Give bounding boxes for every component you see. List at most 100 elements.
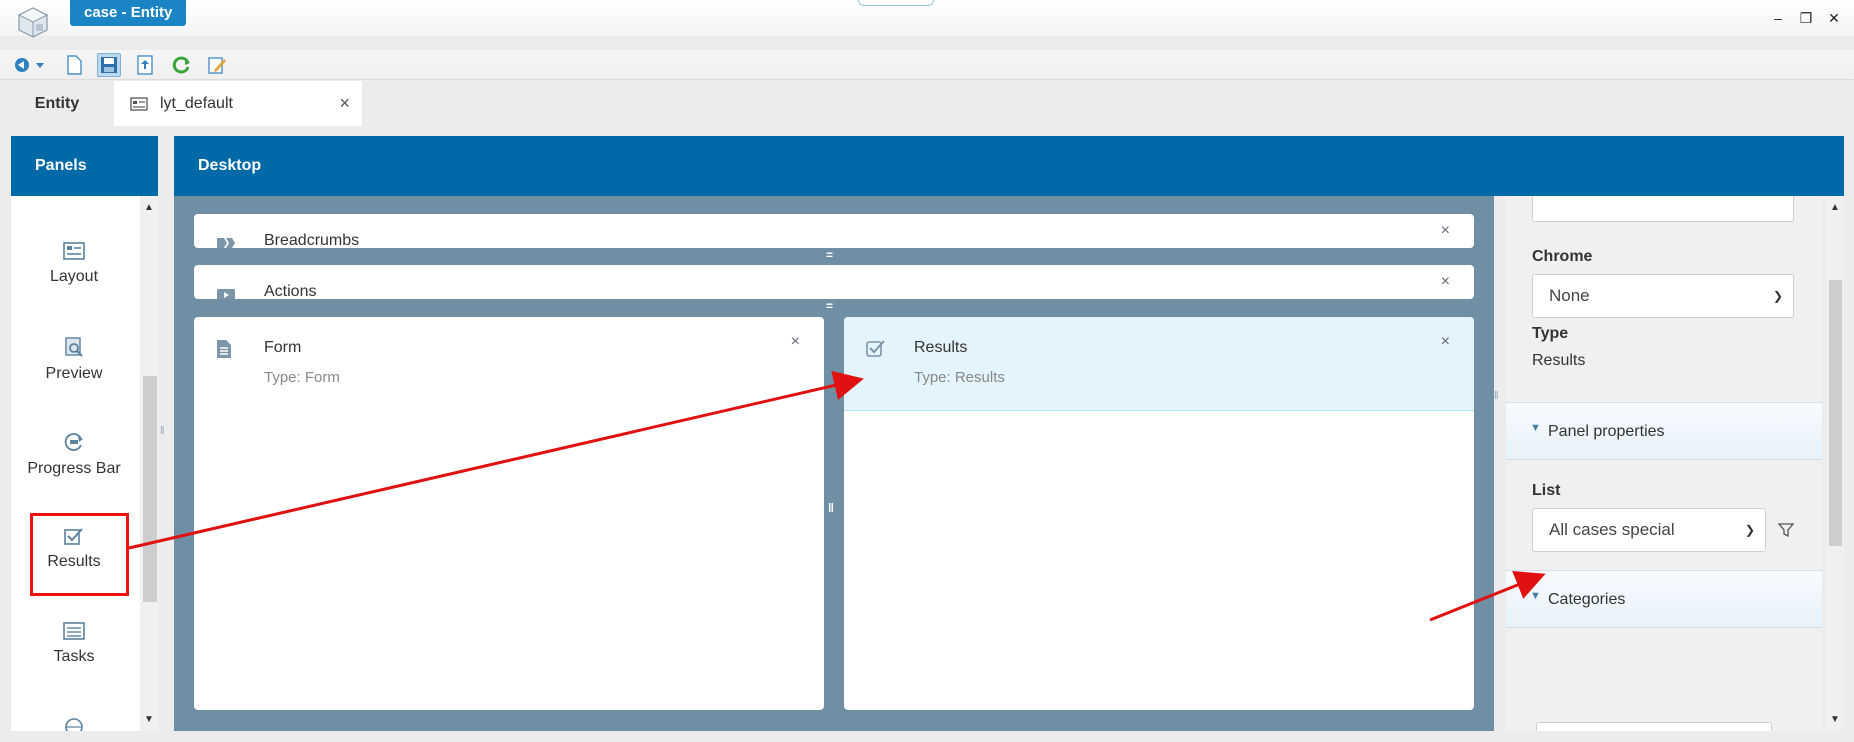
navigate-icon xyxy=(15,58,44,72)
top-handle[interactable] xyxy=(858,0,934,6)
layout-icon xyxy=(63,242,85,260)
results-card-header: Results Type: Results × xyxy=(844,317,1474,411)
remove-actions-icon[interactable]: × xyxy=(1441,273,1450,291)
breadcrumbs-bar[interactable]: Breadcrumbs × xyxy=(194,214,1474,248)
panel-item-layout[interactable]: Layout xyxy=(11,242,137,322)
panel-item-label: Progress Bar xyxy=(27,460,121,477)
properties-content: Chrome None ❯ Type Results ▼ Panel prope… xyxy=(1506,196,1822,731)
column-resize-handle[interactable]: ǁ xyxy=(828,501,834,515)
restore-button[interactable]: ❐ xyxy=(1796,8,1816,28)
scroll-up-icon[interactable]: ▲ xyxy=(1830,202,1840,213)
right-splitter-handle[interactable]: ǁ xyxy=(1494,390,1499,402)
form-panel-card[interactable]: Form Type: Form × xyxy=(194,317,824,710)
close-window-button[interactable]: ✕ xyxy=(1824,8,1844,28)
form-card-header: Form Type: Form × xyxy=(194,317,824,411)
chrome-select-value: None xyxy=(1549,286,1590,305)
chrome-select[interactable]: None ❯ xyxy=(1532,274,1794,318)
properties-scrollbar[interactable]: ▲ ▼ xyxy=(1826,196,1844,731)
panel-item-preview[interactable]: Preview xyxy=(11,337,137,417)
form-card-type: Type: Form xyxy=(264,369,340,386)
new-document-button[interactable] xyxy=(62,53,86,77)
actions-bar[interactable]: Actions × xyxy=(194,265,1474,299)
layout-canvas: Breadcrumbs × = Actions × = Form Type: F… xyxy=(174,196,1494,731)
row-resize-handle[interactable]: = xyxy=(826,248,833,262)
globe-icon xyxy=(65,718,83,731)
breadcrumbs-label: Breadcrumbs xyxy=(264,232,360,248)
tab-strip: Entity lyt_default × xyxy=(0,81,1854,126)
remove-breadcrumbs-icon[interactable]: × xyxy=(1441,222,1450,240)
chevron-down-icon: ❯ xyxy=(1772,289,1783,303)
collapse-triangle-icon: ▼ xyxy=(1530,422,1541,434)
results-panel-card[interactable]: Results Type: Results × xyxy=(844,317,1474,710)
preview-icon xyxy=(65,337,83,357)
panels-sidebar: Panels Layout Preview Progress Bar Resul… xyxy=(11,136,158,731)
minimize-button[interactable]: – xyxy=(1768,8,1788,28)
title-bar: case - Entity – ❐ ✕ xyxy=(0,0,1854,38)
scroll-down-icon[interactable]: ▼ xyxy=(1830,714,1840,725)
chrome-label: Chrome xyxy=(1532,248,1593,265)
list-select[interactable]: All cases special ❯ xyxy=(1532,508,1766,552)
form-icon xyxy=(217,340,231,358)
list-select-value: All cases special xyxy=(1549,520,1675,539)
panel-item-label: Tasks xyxy=(53,648,95,665)
left-splitter-handle[interactable]: ǁ xyxy=(160,425,165,437)
breadcrumbs-icon xyxy=(217,238,235,248)
save-button[interactable] xyxy=(97,53,121,77)
collapse-triangle-icon: ▼ xyxy=(1530,590,1541,602)
results-highlight-box xyxy=(30,513,129,596)
results-card-title: Results xyxy=(914,339,968,356)
tab-layout-label: lyt_default xyxy=(160,94,233,112)
refresh-button[interactable] xyxy=(170,53,194,77)
type-value: Results xyxy=(1532,352,1586,369)
categories-label: Categories xyxy=(1548,591,1626,608)
scroll-down-icon[interactable]: ▼ xyxy=(144,714,154,725)
tab-entity[interactable]: Entity xyxy=(0,81,114,126)
panel-item-label: Preview xyxy=(45,365,103,382)
desktop-header: Desktop xyxy=(174,136,1844,196)
chevron-down-icon: ❯ xyxy=(1744,523,1755,537)
name-field[interactable] xyxy=(1532,196,1794,222)
edit-icon xyxy=(208,57,226,74)
row-resize-handle[interactable]: = xyxy=(826,299,833,313)
layout-tab-icon xyxy=(130,96,148,111)
form-card-title: Form xyxy=(264,339,302,356)
actions-icon xyxy=(217,289,235,299)
categories-section[interactable]: ▼ Categories xyxy=(1506,570,1822,628)
navigate-dropdown-button[interactable] xyxy=(10,53,50,77)
refresh-icon xyxy=(172,56,190,74)
remove-results-icon[interactable]: × xyxy=(1441,333,1450,351)
desktop-area: Desktop Breadcrumbs × = Actions × = Form… xyxy=(174,136,1844,731)
panels-scrollbar[interactable]: ▲ ▼ xyxy=(140,196,158,731)
remove-form-icon[interactable]: × xyxy=(791,333,800,351)
progress-bar-icon xyxy=(64,433,83,451)
close-tab-icon[interactable]: × xyxy=(339,93,350,114)
filter-icon[interactable] xyxy=(1778,522,1794,538)
panels-scrollbar-thumb[interactable] xyxy=(143,376,157,602)
type-label: Type xyxy=(1532,325,1569,342)
actions-label: Actions xyxy=(264,283,317,299)
panel-item-progress-bar[interactable]: Progress Bar xyxy=(11,432,137,512)
results-card-type: Type: Results xyxy=(914,369,1005,386)
app-logo-icon xyxy=(17,7,49,38)
panel-item-tasks[interactable]: Tasks xyxy=(11,622,137,702)
properties-panel: Chrome None ❯ Type Results ▼ Panel prope… xyxy=(1506,196,1844,731)
toolbar xyxy=(0,50,1854,80)
save-icon xyxy=(101,57,117,73)
new-document-icon xyxy=(67,55,82,75)
panel-item-label: Layout xyxy=(49,268,99,285)
panels-header: Panels xyxy=(11,136,158,196)
window-title: case - Entity xyxy=(70,0,187,26)
export-button[interactable] xyxy=(133,53,157,77)
scroll-up-icon[interactable]: ▲ xyxy=(144,202,154,213)
tasks-icon xyxy=(63,622,85,640)
list-label: List xyxy=(1532,482,1561,499)
panel-properties-section[interactable]: ▼ Panel properties xyxy=(1506,402,1822,460)
panel-item-partial[interactable] xyxy=(11,716,137,731)
window-bottom-edge xyxy=(0,731,1854,742)
properties-scrollbar-thumb[interactable] xyxy=(1829,280,1842,546)
categories-field[interactable] xyxy=(1536,722,1772,731)
edit-button[interactable] xyxy=(205,53,229,77)
export-icon xyxy=(137,55,153,75)
tab-lyt-default[interactable]: lyt_default × xyxy=(114,81,362,126)
results-icon xyxy=(866,340,885,357)
